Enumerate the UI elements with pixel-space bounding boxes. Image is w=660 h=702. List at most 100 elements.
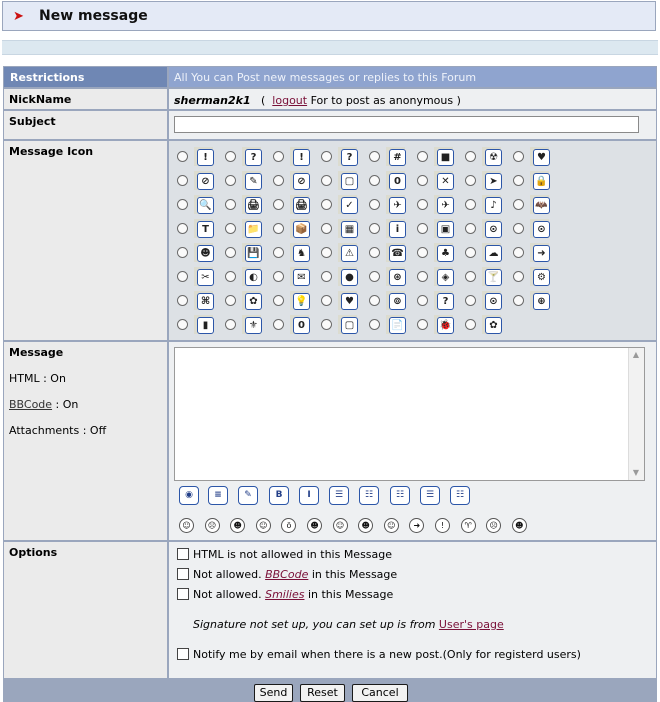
message-icon-radio[interactable] xyxy=(177,175,188,186)
message-icon-radio[interactable] xyxy=(273,175,284,186)
message-icon-radio[interactable] xyxy=(513,223,524,234)
exclaim-icon[interactable]: ! xyxy=(435,518,450,533)
message-icon-radio[interactable] xyxy=(465,295,476,306)
message-icon-option[interactable]: ⌘ xyxy=(169,289,215,312)
blush-icon[interactable]: ☺ xyxy=(383,518,399,533)
message-icon-radio[interactable] xyxy=(273,295,284,306)
message-icon-option[interactable]: ◐ xyxy=(217,265,263,288)
message-icon-option[interactable]: ✎ xyxy=(217,169,263,192)
bbcode-disabled-checkbox[interactable] xyxy=(177,568,189,580)
message-icon-radio[interactable] xyxy=(369,247,380,258)
bullet-list-button[interactable]: ☰ xyxy=(420,486,440,505)
quote-button[interactable]: ≡ xyxy=(208,486,228,505)
image-button[interactable]: ◉ xyxy=(179,486,199,505)
message-icon-option[interactable]: ⊘ xyxy=(169,169,215,192)
message-icon-option[interactable]: 🖨 xyxy=(217,193,263,216)
laugh-icon[interactable]: ☻ xyxy=(358,518,374,533)
message-icon-radio[interactable] xyxy=(417,223,428,234)
message-icon-radio[interactable] xyxy=(177,271,188,282)
message-icon-option[interactable]: ♣ xyxy=(409,241,455,264)
message-icon-radio[interactable] xyxy=(177,199,188,210)
message-icon-radio[interactable] xyxy=(513,199,524,210)
message-icon-radio[interactable] xyxy=(417,199,428,210)
message-icon-option[interactable]: 0 xyxy=(361,169,407,192)
message-icon-radio[interactable] xyxy=(369,175,380,186)
message-icon-option[interactable]: ▢ xyxy=(313,169,359,192)
message-icon-option[interactable]: 📄 xyxy=(361,313,407,336)
message-icon-radio[interactable] xyxy=(513,151,524,162)
message-icon-radio[interactable] xyxy=(417,175,428,186)
message-icon-option[interactable]: ◈ xyxy=(409,265,455,288)
message-icon-radio[interactable] xyxy=(177,247,188,258)
message-icon-radio[interactable] xyxy=(225,151,236,162)
message-icon-radio[interactable] xyxy=(417,271,428,282)
message-icon-option[interactable]: ✂ xyxy=(169,265,215,288)
message-icon-option[interactable]: # xyxy=(361,145,407,168)
devil-icon[interactable]: ♈ xyxy=(460,518,476,533)
message-icon-radio[interactable] xyxy=(225,175,236,186)
message-icon-radio[interactable] xyxy=(417,295,428,306)
message-icon-option[interactable]: ☁ xyxy=(457,241,503,264)
message-icon-option[interactable]: ✿ xyxy=(217,289,263,312)
message-icon-radio[interactable] xyxy=(417,319,428,330)
list-button[interactable]: ☷ xyxy=(359,486,379,505)
message-icon-radio[interactable] xyxy=(225,247,236,258)
message-icon-option[interactable]: ● xyxy=(313,265,359,288)
bbcode-link[interactable]: BBCode xyxy=(9,398,52,411)
message-icon-option[interactable]: ⊕ xyxy=(505,289,551,312)
message-icon-option[interactable]: ⊛ xyxy=(361,265,407,288)
reset-button[interactable]: Reset xyxy=(300,684,345,702)
scroll-up-icon[interactable]: ▲ xyxy=(631,350,641,360)
message-icon-radio[interactable] xyxy=(177,151,188,162)
message-icon-option[interactable]: ♥ xyxy=(505,145,551,168)
message-icon-radio[interactable] xyxy=(321,295,332,306)
message-icon-option[interactable]: ♥ xyxy=(313,289,359,312)
message-icon-radio[interactable] xyxy=(321,319,332,330)
message-icon-option[interactable]: ☻ xyxy=(169,241,215,264)
big-grin-icon[interactable]: ☻ xyxy=(511,518,527,533)
message-icon-radio[interactable] xyxy=(177,223,188,234)
message-icon-option[interactable]: ▦ xyxy=(313,217,359,240)
message-icon-radio[interactable] xyxy=(177,295,188,306)
message-icon-radio[interactable] xyxy=(465,151,476,162)
message-icon-radio[interactable] xyxy=(465,199,476,210)
message-icon-option[interactable]: 💾 xyxy=(217,241,263,264)
edit-button[interactable]: ✎ xyxy=(238,486,258,505)
tongue-icon[interactable]: ☺ xyxy=(332,518,348,533)
message-icon-radio[interactable] xyxy=(513,175,524,186)
smile-icon[interactable]: ☺ xyxy=(179,518,194,533)
message-icon-radio[interactable] xyxy=(465,175,476,186)
message-icon-option[interactable]: ▮ xyxy=(169,313,215,336)
html-disabled-checkbox[interactable] xyxy=(177,548,189,560)
message-icon-option[interactable]: ⚙ xyxy=(505,265,551,288)
message-icon-option[interactable]: ▢ xyxy=(313,313,359,336)
align-center-button[interactable]: ☰ xyxy=(329,486,349,505)
message-icon-option[interactable]: 🐞 xyxy=(409,313,455,336)
message-icon-radio[interactable] xyxy=(273,151,284,162)
scroll-down-icon[interactable]: ▼ xyxy=(631,468,641,478)
message-icon-option[interactable]: ☢ xyxy=(457,145,503,168)
indent-list-button[interactable]: ☷ xyxy=(450,486,470,505)
message-icon-option[interactable]: 📁 xyxy=(217,217,263,240)
message-icon-option[interactable]: 🍸 xyxy=(457,265,503,288)
message-icon-radio[interactable] xyxy=(369,223,380,234)
message-scrollbar[interactable]: ▲ ▼ xyxy=(628,348,644,480)
message-icon-radio[interactable] xyxy=(321,175,332,186)
message-icon-radio[interactable] xyxy=(369,199,380,210)
message-icon-option[interactable]: T xyxy=(169,217,215,240)
logout-link[interactable]: logout xyxy=(272,94,307,107)
send-button[interactable]: Send xyxy=(254,684,293,702)
grin-icon[interactable]: ☻ xyxy=(230,518,246,533)
message-icon-radio[interactable] xyxy=(513,271,524,282)
message-icon-option[interactable]: 🖨 xyxy=(265,193,311,216)
smilies-option-link[interactable]: Smilies xyxy=(265,588,304,601)
sad-icon[interactable]: ☹ xyxy=(204,518,220,533)
message-icon-radio[interactable] xyxy=(513,295,524,306)
message-icon-option[interactable]: ! xyxy=(169,145,215,168)
message-icon-option[interactable]: ♪ xyxy=(457,193,503,216)
message-icon-radio[interactable] xyxy=(369,295,380,306)
message-icon-radio[interactable] xyxy=(273,247,284,258)
cool-icon[interactable]: ☻ xyxy=(307,518,322,533)
message-icon-radio[interactable] xyxy=(321,151,332,162)
message-icon-option[interactable]: ? xyxy=(409,289,455,312)
